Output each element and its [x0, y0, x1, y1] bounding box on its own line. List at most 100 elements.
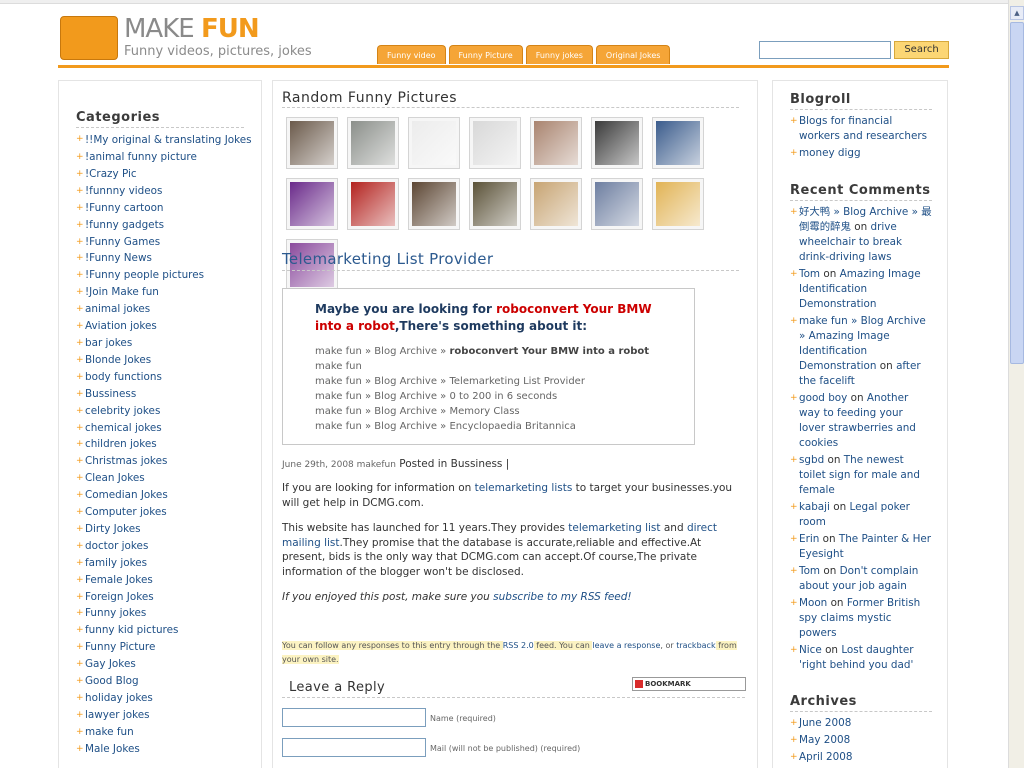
picture-thumbnail[interactable]	[652, 117, 704, 169]
category-item[interactable]: lawyer jokes	[76, 707, 252, 724]
category-item[interactable]: !Funny cartoon	[76, 200, 252, 217]
related-title[interactable]: 0 to 200 in 6 seconds	[449, 391, 557, 402]
category-item[interactable]: Funny jokes	[76, 605, 252, 622]
comment-author-link[interactable]: Tom	[799, 565, 820, 577]
scroll-up-arrow-icon[interactable]: ▲	[1010, 6, 1024, 20]
related-title[interactable]: roboconvert Your BMW into a robot	[449, 346, 649, 357]
scrollbar-thumb[interactable]	[1010, 22, 1024, 364]
category-item[interactable]: family jokes	[76, 555, 252, 572]
related-title[interactable]: Memory Class	[449, 406, 519, 417]
related-post-item[interactable]: make fun	[315, 359, 685, 374]
category-item[interactable]: body functions	[76, 369, 252, 386]
telemarketing-lists-link[interactable]: telemarketing lists	[475, 482, 573, 494]
category-item[interactable]: Male Jokes	[76, 741, 252, 758]
comment-author-link[interactable]: good boy	[799, 392, 847, 404]
related-post-item[interactable]: make fun » Blog Archive » roboconvert Yo…	[315, 344, 685, 359]
category-item[interactable]: Foreign Jokes	[76, 589, 252, 606]
category-item[interactable]: Good Blog	[76, 673, 252, 690]
archive-item[interactable]: May 2008	[790, 733, 932, 748]
related-post-item[interactable]: make fun » Blog Archive » Telemarketing …	[315, 374, 685, 389]
name-field[interactable]	[282, 708, 426, 727]
category-item[interactable]: holiday jokes	[76, 690, 252, 707]
category-item[interactable]: chemical jokes	[76, 420, 252, 437]
random-pictures-title: Random Funny Pictures	[282, 90, 739, 108]
picture-thumbnail[interactable]	[286, 117, 338, 169]
category-item[interactable]: !Funny people pictures	[76, 267, 252, 284]
category-item[interactable]: Blonde Jokes	[76, 352, 252, 369]
category-item[interactable]: children jokes	[76, 436, 252, 453]
picture-thumbnail[interactable]	[530, 117, 582, 169]
thumbnail-image	[351, 182, 395, 226]
bookmark-button[interactable]: BOOKMARK	[632, 677, 746, 691]
rss-subscribe-link[interactable]: subscribe to my RSS feed!	[493, 591, 631, 603]
tab-funny-picture[interactable]: Funny Picture	[448, 45, 523, 64]
comment-author-link[interactable]: Nice	[799, 644, 822, 656]
picture-thumbnail[interactable]	[469, 178, 521, 230]
category-item[interactable]: !Join Make fun	[76, 284, 252, 301]
category-item[interactable]: !animal funny picture	[76, 149, 252, 166]
category-item[interactable]: !!My original & translating Jokes	[76, 132, 252, 149]
leave-response-link[interactable]: leave a response	[592, 641, 660, 650]
category-item[interactable]: !Crazy Pic	[76, 166, 252, 183]
blogroll-item[interactable]: money digg	[790, 146, 932, 161]
archive-item[interactable]: April 2008	[790, 750, 932, 765]
category-item[interactable]: Christmas jokes	[76, 453, 252, 470]
search-button[interactable]: Search	[894, 41, 949, 59]
tab-original-jokes[interactable]: Original Jokes	[595, 45, 671, 64]
category-item[interactable]: Female Jokes	[76, 572, 252, 589]
picture-thumbnail[interactable]	[591, 117, 643, 169]
category-item[interactable]: Aviation jokes	[76, 318, 252, 335]
post-category-link[interactable]: Bussiness	[451, 458, 503, 470]
comment-author-link[interactable]: Erin	[799, 533, 819, 545]
category-item[interactable]: funny kid pictures	[76, 622, 252, 639]
comment-author-link[interactable]: Tom	[799, 268, 820, 280]
search-input[interactable]	[759, 41, 891, 59]
mail-field[interactable]	[282, 738, 426, 757]
category-item[interactable]: Dirty Jokes	[76, 521, 252, 538]
related-title[interactable]: Telemarketing List Provider	[449, 376, 584, 387]
comment-author-link[interactable]: kabaji	[799, 501, 830, 513]
picture-thumbnail[interactable]	[408, 178, 460, 230]
trackback-link[interactable]: trackback	[676, 641, 715, 650]
related-title[interactable]: Encyclopaedia Britannica	[449, 421, 575, 432]
category-item[interactable]: make fun	[76, 724, 252, 741]
picture-thumbnail[interactable]	[469, 117, 521, 169]
related-post-item[interactable]: make fun » Blog Archive » Memory Class	[315, 404, 685, 419]
comment-author-link[interactable]: Moon	[799, 597, 827, 609]
site-logo-icon[interactable]	[60, 16, 118, 60]
rss-2-link[interactable]: RSS 2.0	[503, 641, 534, 650]
category-item[interactable]: animal jokes	[76, 301, 252, 318]
picture-thumbnail[interactable]	[347, 117, 399, 169]
category-item[interactable]: Comedian Jokes	[76, 487, 252, 504]
category-item[interactable]: !Funny News	[76, 250, 252, 267]
telemarketing-list-link[interactable]: telemarketing list	[568, 522, 660, 534]
category-item[interactable]: doctor jokes	[76, 538, 252, 555]
category-item[interactable]: celebrity jokes	[76, 403, 252, 420]
category-item[interactable]: Gay Jokes	[76, 656, 252, 673]
category-item[interactable]: Funny Picture	[76, 639, 252, 656]
vertical-scrollbar[interactable]: ▲	[1008, 0, 1024, 768]
picture-thumbnail[interactable]	[530, 178, 582, 230]
category-item[interactable]: bar jokes	[76, 335, 252, 352]
picture-thumbnail[interactable]	[347, 178, 399, 230]
category-item[interactable]: Bussiness	[76, 386, 252, 403]
picture-thumbnail[interactable]	[591, 178, 643, 230]
post-title[interactable]: Telemarketing List Provider	[282, 250, 739, 271]
category-item[interactable]: !funny gadgets	[76, 217, 252, 234]
category-item[interactable]: Computer jokes	[76, 504, 252, 521]
picture-thumbnail[interactable]	[286, 178, 338, 230]
category-item[interactable]: !funnny videos	[76, 183, 252, 200]
site-logo-text[interactable]: MAKE FUN	[124, 14, 260, 44]
picture-thumbnail[interactable]	[408, 117, 460, 169]
text-span: This website has launched for 11 years.T…	[282, 522, 569, 534]
tab-funny-video[interactable]: Funny video	[377, 45, 446, 64]
blogroll-item[interactable]: Blogs for financial workers and research…	[790, 114, 932, 144]
comment-author-link[interactable]: sgbd	[799, 454, 824, 466]
tab-funny-jokes[interactable]: Funny jokes	[525, 45, 593, 64]
picture-thumbnail[interactable]	[652, 178, 704, 230]
related-post-item[interactable]: make fun » Blog Archive » Encyclopaedia …	[315, 419, 685, 434]
category-item[interactable]: Clean Jokes	[76, 470, 252, 487]
category-item[interactable]: !Funny Games	[76, 234, 252, 251]
related-post-item[interactable]: make fun » Blog Archive » 0 to 200 in 6 …	[315, 389, 685, 404]
archive-item[interactable]: June 2008	[790, 716, 932, 731]
